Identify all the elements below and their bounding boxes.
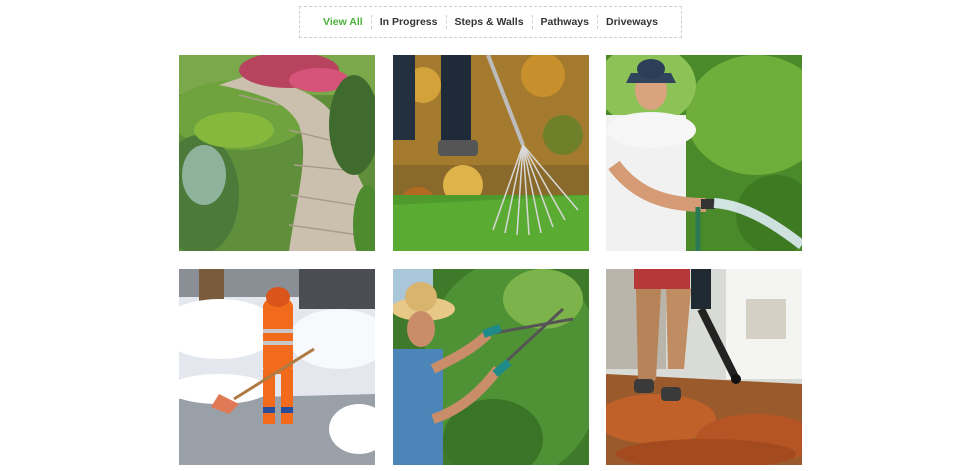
filter-pathways[interactable]: Pathways [531,15,597,29]
gallery-item-garden-pathway[interactable] [179,55,375,251]
gallery-item-hedge-trimming[interactable] [393,269,589,465]
portfolio-page: View All In Progress Steps & Walls Pathw… [0,0,980,471]
gallery-item-leaf-blower[interactable] [606,269,802,465]
garden-pathway-image [179,55,375,251]
gallery-item-watering-garden[interactable] [606,55,802,251]
filter-in-progress[interactable]: In Progress [370,15,446,29]
leaf-blower-image [606,269,802,465]
filter-steps-walls[interactable]: Steps & Walls [445,15,532,29]
gallery-item-raking-leaves[interactable] [393,55,589,251]
filter-view-all[interactable]: View All [315,15,371,29]
watering-garden-image [606,55,802,251]
snow-shoveling-image [179,269,375,465]
hedge-trimming-image [393,269,589,465]
filter-driveways[interactable]: Driveways [597,15,666,29]
portfolio-filter-bar: View All In Progress Steps & Walls Pathw… [299,6,682,38]
gallery-item-snow-shoveling[interactable] [179,269,375,465]
raking-leaves-image [393,55,589,251]
